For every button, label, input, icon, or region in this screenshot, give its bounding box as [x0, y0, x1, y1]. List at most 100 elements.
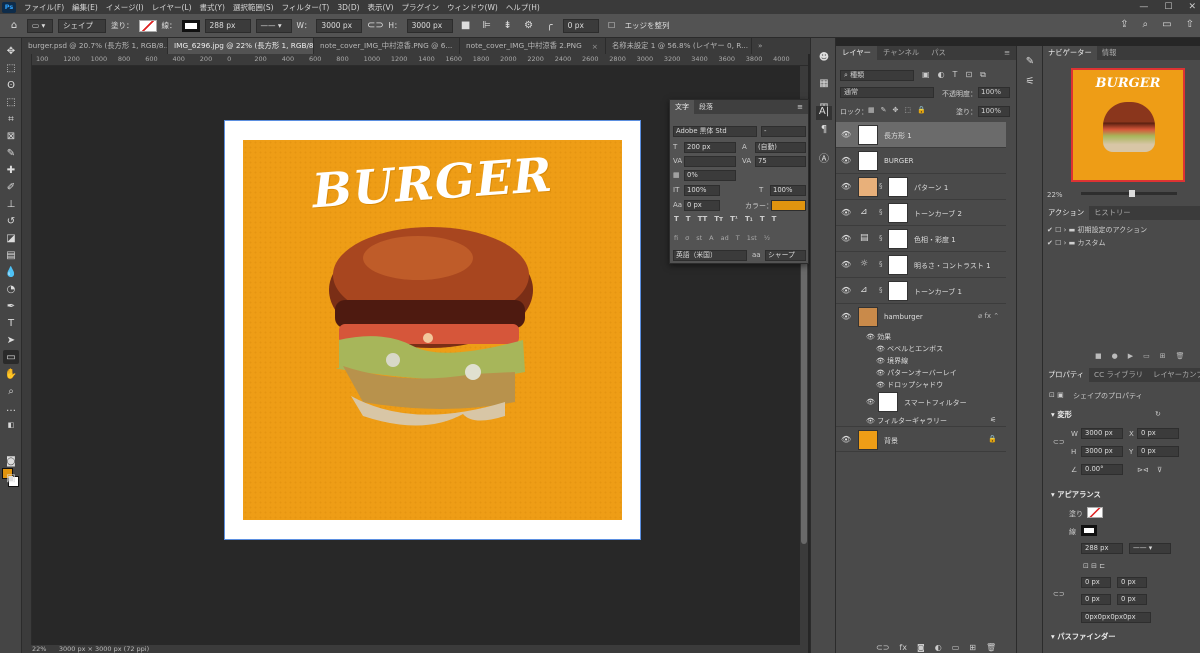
stroke-type-select[interactable]: —— ▾ [1129, 543, 1171, 554]
opacity-field[interactable]: 100% [978, 87, 1010, 98]
tab-info[interactable]: 情報 [1097, 46, 1122, 60]
tab-cc-libraries[interactable]: CC ライブラリ [1089, 368, 1148, 382]
lock-all-icon[interactable]: 🔒 [917, 106, 926, 114]
doc-tab[interactable]: note_cover_IMG_中村涼香.PNG @ 6...× [314, 38, 460, 54]
gradient-tool-icon[interactable]: ▤ [3, 248, 19, 262]
corner-br-field[interactable]: 0 px [1117, 594, 1147, 605]
font-family-select[interactable]: Adobe 黒体 Std [673, 126, 757, 137]
doc-tab[interactable]: note_cover_IMG_中村涼香 2.PNG × [460, 38, 606, 54]
eraser-tool-icon[interactable]: ◪ [3, 231, 19, 245]
stamp-tool-icon[interactable]: ⊥ [3, 197, 19, 211]
layer-row-hue-saturation[interactable]: 👁 ▤ § 色相・彩度 1 [836, 226, 1006, 252]
menu-3d[interactable]: 3D(D) [333, 3, 363, 12]
eye-icon[interactable]: 👁 [841, 234, 851, 243]
menu-select[interactable]: 選択範囲(S) [229, 2, 278, 13]
tool-preset-picker[interactable]: ▭ ▾ [27, 18, 53, 33]
strikethrough-button[interactable]: T [772, 215, 777, 223]
ligature-button[interactable]: fi [674, 234, 678, 242]
glyphs-panel-icon[interactable]: Ⓐ [816, 150, 832, 165]
navigator-thumbnail[interactable]: BURGER [1071, 68, 1185, 182]
crop-tool-icon[interactable]: ⌗ [3, 112, 19, 126]
marquee-tool-icon[interactable]: ⬚ [3, 61, 19, 75]
action-set-row[interactable]: ✔ ☐ › ▬ カスタム [1047, 238, 1105, 248]
delete-action-icon[interactable]: 🗑 [1176, 352, 1185, 360]
menu-layer[interactable]: レイヤー(L) [148, 2, 196, 13]
close-window-button[interactable]: ✕ [1188, 0, 1196, 14]
doc-tab[interactable]: burger.psd @ 20.7% (長方形 1, RGB/8...× [22, 38, 168, 54]
menu-help[interactable]: ヘルプ(H) [502, 2, 544, 13]
effect-drop-shadow[interactable]: 👁 ドロップシャドウ [876, 380, 943, 390]
path-alignment-icon[interactable]: ⊫ [479, 19, 495, 33]
layer-mask-thumbnail[interactable] [888, 255, 908, 275]
minimize-button[interactable]: — [1139, 0, 1148, 14]
swash-button[interactable]: A [709, 234, 713, 242]
play-action-icon[interactable]: ▶ [1128, 352, 1133, 360]
new-action-icon[interactable]: ⊞ [1160, 352, 1166, 360]
new-layer-icon[interactable]: ⊞ [969, 643, 976, 652]
eye-icon[interactable]: 👁 [841, 130, 851, 139]
menu-edit[interactable]: 編集(E) [68, 2, 102, 13]
lock-position-icon[interactable]: ✥ [893, 106, 899, 114]
stroke-swatch[interactable] [181, 19, 200, 32]
layer-row-curves-1[interactable]: 👁 ⊿ § トーンカーブ 1 [836, 278, 1006, 304]
character-panel-icon[interactable]: A| [816, 106, 832, 120]
stop-action-icon[interactable]: ■ [1095, 352, 1102, 360]
vertical-scale-field[interactable]: 100% [684, 185, 720, 196]
horizontal-ruler[interactable]: 100 1200 1000 800 600 400 200 0 200 400 600 800 1000… [32, 54, 808, 66]
new-set-icon[interactable]: ▭ [1143, 352, 1150, 360]
contextual-alt-button[interactable]: σ [685, 234, 689, 242]
corner-tl-field[interactable]: 0 px [1081, 577, 1111, 588]
smart-filter-eye-icon[interactable]: 👁 [866, 398, 875, 406]
tab-history[interactable]: ヒストリー [1089, 206, 1135, 220]
screen-mode-icon[interactable]: ▣ [3, 471, 19, 485]
baseline-field[interactable]: 0 px [684, 200, 720, 211]
default-colors-icon[interactable]: ◧ [3, 418, 19, 432]
zoom-tool-icon[interactable]: ⌕ [3, 384, 19, 398]
type-tool-icon[interactable]: T [3, 316, 19, 330]
layer-filter-select[interactable]: ⌕ 種類 [840, 70, 914, 81]
eye-icon[interactable]: 👁 [841, 312, 851, 321]
lock-transparent-icon[interactable]: ▦ [868, 106, 875, 114]
fill-field[interactable]: 100% [978, 106, 1010, 117]
lasso-tool-icon[interactable]: ʘ [3, 78, 19, 92]
smart-object-fx-icon[interactable]: ⌀ fx ⌃ [978, 312, 999, 320]
link-dimensions-icon[interactable]: ⊂⊃ [1053, 438, 1065, 446]
menu-window[interactable]: ウィンドウ(W) [443, 2, 502, 13]
object-select-tool-icon[interactable]: ⬚ [3, 95, 19, 109]
faux-bold-button[interactable]: T [674, 215, 679, 223]
doc-tab[interactable]: 名称未設定 1 @ 56.8% (レイヤー 0, R...× [606, 38, 752, 54]
record-action-icon[interactable]: ● [1112, 352, 1118, 360]
share-export-icon[interactable]: ⇧ [1186, 19, 1194, 30]
font-size-field[interactable]: 200 px [684, 142, 736, 153]
discretionary-lig-button[interactable]: st [696, 234, 702, 242]
lock-artboard-icon[interactable]: ⬚ [904, 106, 911, 114]
tab-channels[interactable]: チャンネル [877, 46, 925, 60]
height-field[interactable]: 3000 px [1081, 446, 1123, 457]
eye-icon[interactable]: 👁 [841, 182, 851, 191]
faux-italic-button[interactable]: T [686, 215, 691, 223]
navigator-slider-thumb[interactable] [1129, 190, 1135, 197]
height-field[interactable]: 3000 px [406, 18, 453, 33]
layer-row-background[interactable]: 👁 背景 🔒 [836, 426, 1006, 452]
stroke-type-select[interactable]: —— ▾ [255, 18, 292, 33]
filter-type-icon[interactable]: T [953, 70, 958, 80]
new-adjustment-icon[interactable]: ◐ [935, 643, 942, 652]
eyedropper-tool-icon[interactable]: ✎ [3, 146, 19, 160]
layer-mask-thumbnail[interactable] [888, 229, 908, 249]
lock-pixels-icon[interactable]: ✎ [881, 106, 887, 114]
menu-view[interactable]: 表示(V) [364, 2, 398, 13]
color-panel-icon[interactable]: ☻ [816, 52, 832, 66]
reset-icon[interactable]: ↻ [1155, 410, 1161, 418]
share-icon[interactable]: ⇪ [1120, 19, 1128, 30]
eye-icon[interactable]: 👁 [841, 435, 851, 444]
fill-swatch[interactable] [1087, 507, 1103, 518]
workspace-icon[interactable]: ▭ [1162, 19, 1171, 30]
tab-layers[interactable]: レイヤー [836, 46, 877, 60]
filter-gallery-row[interactable]: 👁 フィルターギャラリー [866, 416, 947, 426]
panel-menu-icon[interactable]: ≡ [792, 103, 808, 111]
layer-row-pattern[interactable]: 👁 § パターン 1 [836, 174, 1006, 200]
layer-row-text[interactable]: 👁 BURGER [836, 148, 1006, 174]
titling-alt-button[interactable]: T [736, 234, 740, 242]
corner-bl-field[interactable]: 0 px [1081, 594, 1111, 605]
add-style-icon[interactable]: fx [899, 643, 907, 652]
